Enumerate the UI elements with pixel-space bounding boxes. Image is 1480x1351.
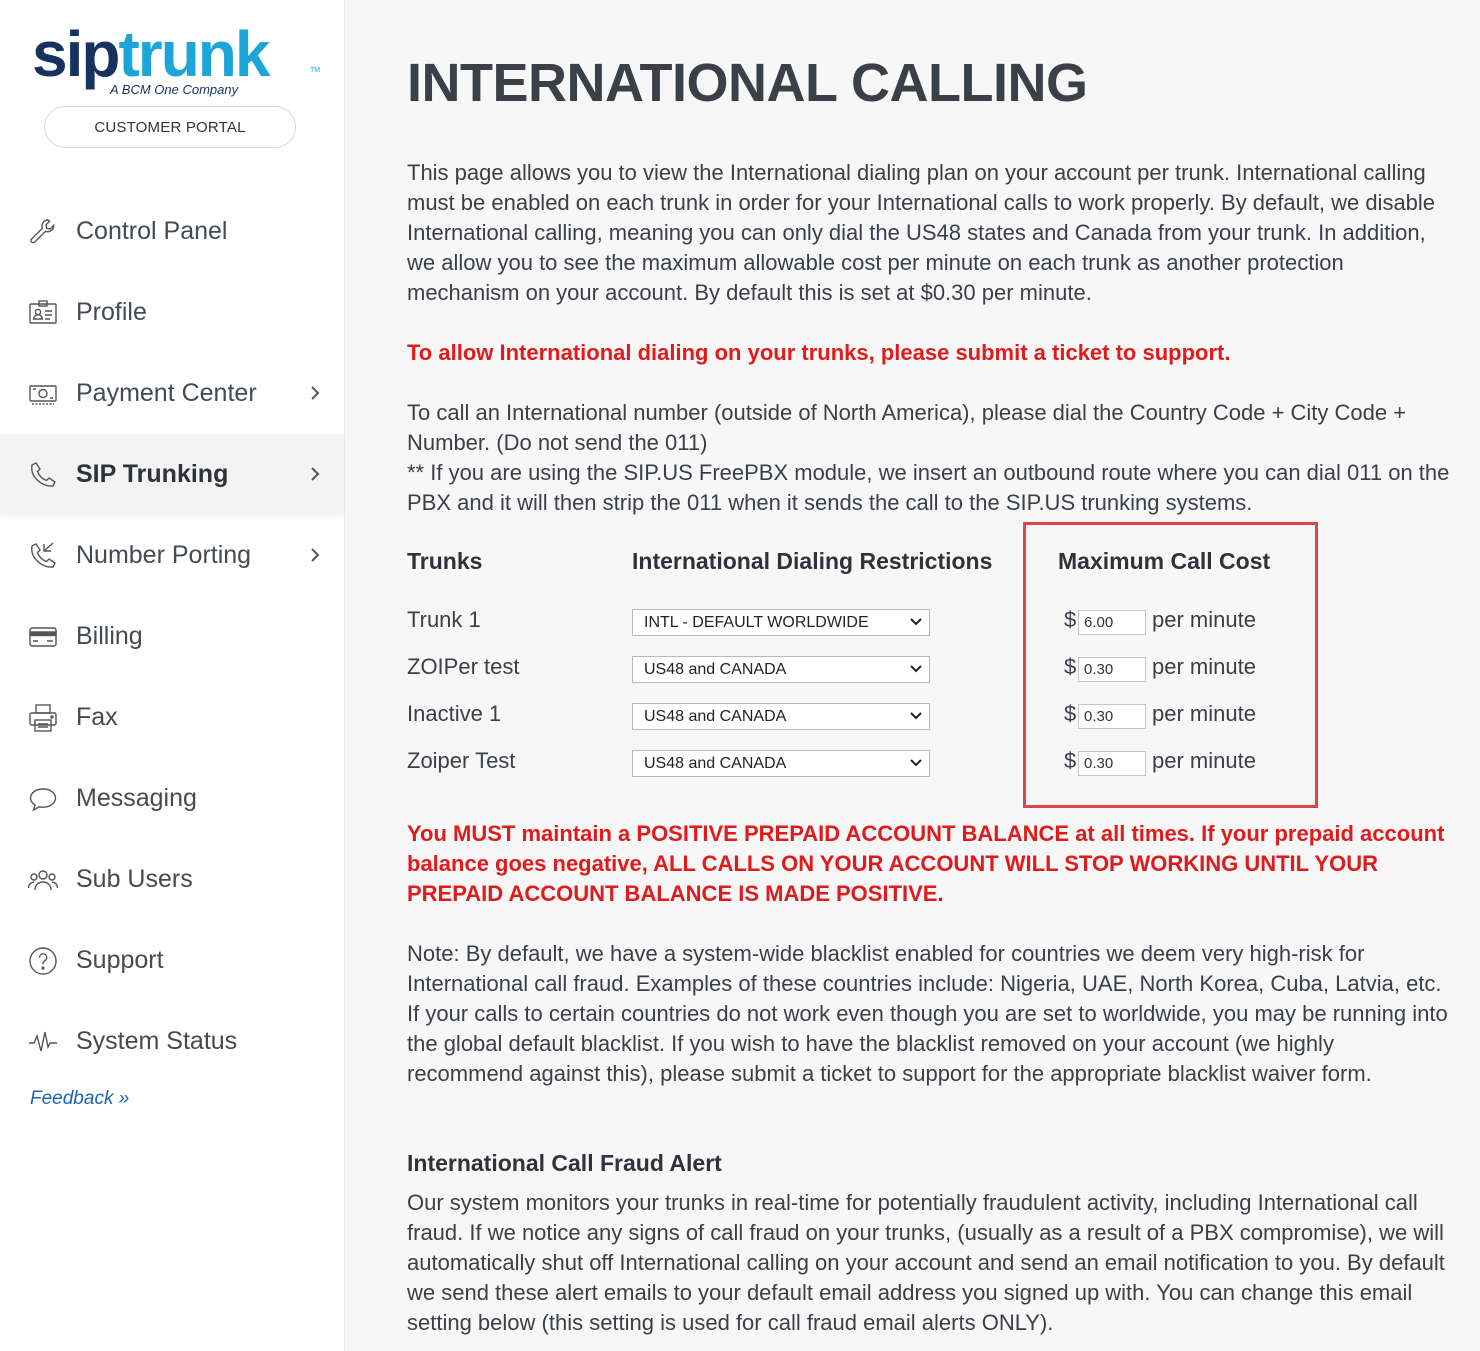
sidebar-item-messaging[interactable]: Messaging xyxy=(0,758,344,839)
restriction-selected-value: US48 and CANADA xyxy=(644,754,787,772)
sidebar-item-label: System Status xyxy=(76,1027,238,1055)
sidebar-nav: Control Panel Profile Payment Center SIP… xyxy=(0,191,344,1082)
pulse-icon xyxy=(26,1025,60,1059)
phone-icon xyxy=(26,458,60,492)
balance-warning: You MUST maintain a POSITIVE PREPAID ACC… xyxy=(407,821,1445,906)
restriction-select[interactable]: INTL - DEFAULT WORLDWIDE xyxy=(632,609,930,636)
sidebar-item-billing[interactable]: Billing xyxy=(0,596,344,677)
chevron-down-icon xyxy=(910,618,922,626)
trunk-name: ZOIPer test xyxy=(407,654,520,679)
page-title: INTERNATIONAL CALLING xyxy=(407,53,1088,113)
sidebar-item-number-porting[interactable]: Number Porting xyxy=(0,515,344,596)
restriction-selected-value: US48 and CANADA xyxy=(644,660,787,678)
blacklist-note: Note: By default, we have a system-wide … xyxy=(407,941,1448,1086)
trunk-name: Inactive 1 xyxy=(407,701,502,726)
sidebar-item-support[interactable]: Support xyxy=(0,920,344,1001)
question-icon xyxy=(26,944,60,978)
fraud-alert-text: Our system monitors your trunks in real-… xyxy=(407,1190,1445,1335)
col-header-trunks: Trunks xyxy=(407,548,483,574)
ticket-notice: To allow International dialing on your t… xyxy=(407,340,1231,365)
dial-instructions: To call an International number (outside… xyxy=(407,398,1452,518)
sidebar-item-label: Fax xyxy=(76,703,118,731)
sidebar-item-label: Profile xyxy=(76,298,147,326)
chevron-down-icon xyxy=(910,759,922,767)
sidebar-item-fax[interactable]: Fax xyxy=(0,677,344,758)
restriction-selected-value: INTL - DEFAULT WORLDWIDE xyxy=(644,613,869,631)
restriction-selected-value: US48 and CANADA xyxy=(644,707,787,725)
max-cost-highlight-box xyxy=(1023,522,1318,808)
cash-icon xyxy=(26,377,60,411)
chevron-down-icon xyxy=(910,712,922,720)
col-header-restrictions: International Dialing Restrictions xyxy=(632,548,993,574)
restriction-select[interactable]: US48 and CANADA xyxy=(632,750,930,777)
sidebar-item-sub-users[interactable]: Sub Users xyxy=(0,839,344,920)
dial-instructions-line-1: To call an International number (outside… xyxy=(407,400,1407,455)
sidebar-item-sip-trunking[interactable]: SIP Trunking xyxy=(0,434,344,515)
sidebar-item-label: Support xyxy=(76,946,164,974)
users-icon xyxy=(26,863,60,897)
sidebar-item-label: Billing xyxy=(76,622,143,650)
sidebar: siptrunk TM A BCM One Company CUSTOMER P… xyxy=(0,0,345,1351)
sidebar-item-system-status[interactable]: System Status xyxy=(0,1001,344,1082)
chevron-right-icon xyxy=(311,548,320,562)
chevron-right-icon xyxy=(311,467,320,481)
trunk-name: Trunk 1 xyxy=(407,607,481,632)
printer-icon xyxy=(26,701,60,735)
sidebar-item-label: Number Porting xyxy=(76,541,252,569)
wrench-icon xyxy=(26,215,60,249)
credit-card-icon xyxy=(26,620,60,654)
sidebar-item-label: Control Panel xyxy=(76,217,228,245)
phone-forward-icon xyxy=(26,539,60,573)
logo-trademark: TM xyxy=(310,67,321,74)
sidebar-item-control-panel[interactable]: Control Panel xyxy=(0,191,344,272)
customer-portal-button[interactable]: CUSTOMER PORTAL xyxy=(44,106,296,148)
fraud-alert-heading: International Call Fraud Alert xyxy=(407,1150,722,1176)
sidebar-item-label: SIP Trunking xyxy=(76,460,229,488)
trunk-name: Zoiper Test xyxy=(407,748,516,773)
restriction-select[interactable]: US48 and CANADA xyxy=(632,656,930,683)
dial-instructions-line-2: ** If you are using the SIP.US FreePBX m… xyxy=(407,460,1450,515)
sidebar-item-label: Sub Users xyxy=(76,865,193,893)
intro-paragraph: This page allows you to view the Interna… xyxy=(407,160,1436,305)
logo-sip: sip xyxy=(32,18,120,90)
id-card-icon xyxy=(26,296,60,330)
restriction-select[interactable]: US48 and CANADA xyxy=(632,703,930,730)
sidebar-item-label: Messaging xyxy=(76,784,197,812)
logo-tagline: A BCM One Company xyxy=(110,82,239,97)
logo-trunk: trunk xyxy=(118,18,270,90)
sidebar-item-label: Payment Center xyxy=(76,379,257,407)
chat-bubble-icon xyxy=(26,782,60,816)
chevron-right-icon xyxy=(311,386,320,400)
feedback-link[interactable]: Feedback » xyxy=(30,1088,129,1110)
chevron-down-icon xyxy=(910,665,922,673)
sidebar-item-profile[interactable]: Profile xyxy=(0,272,344,353)
sidebar-item-payment-center[interactable]: Payment Center xyxy=(0,353,344,434)
siptrunk-logo[interactable]: siptrunk TM A BCM One Company xyxy=(30,18,330,100)
